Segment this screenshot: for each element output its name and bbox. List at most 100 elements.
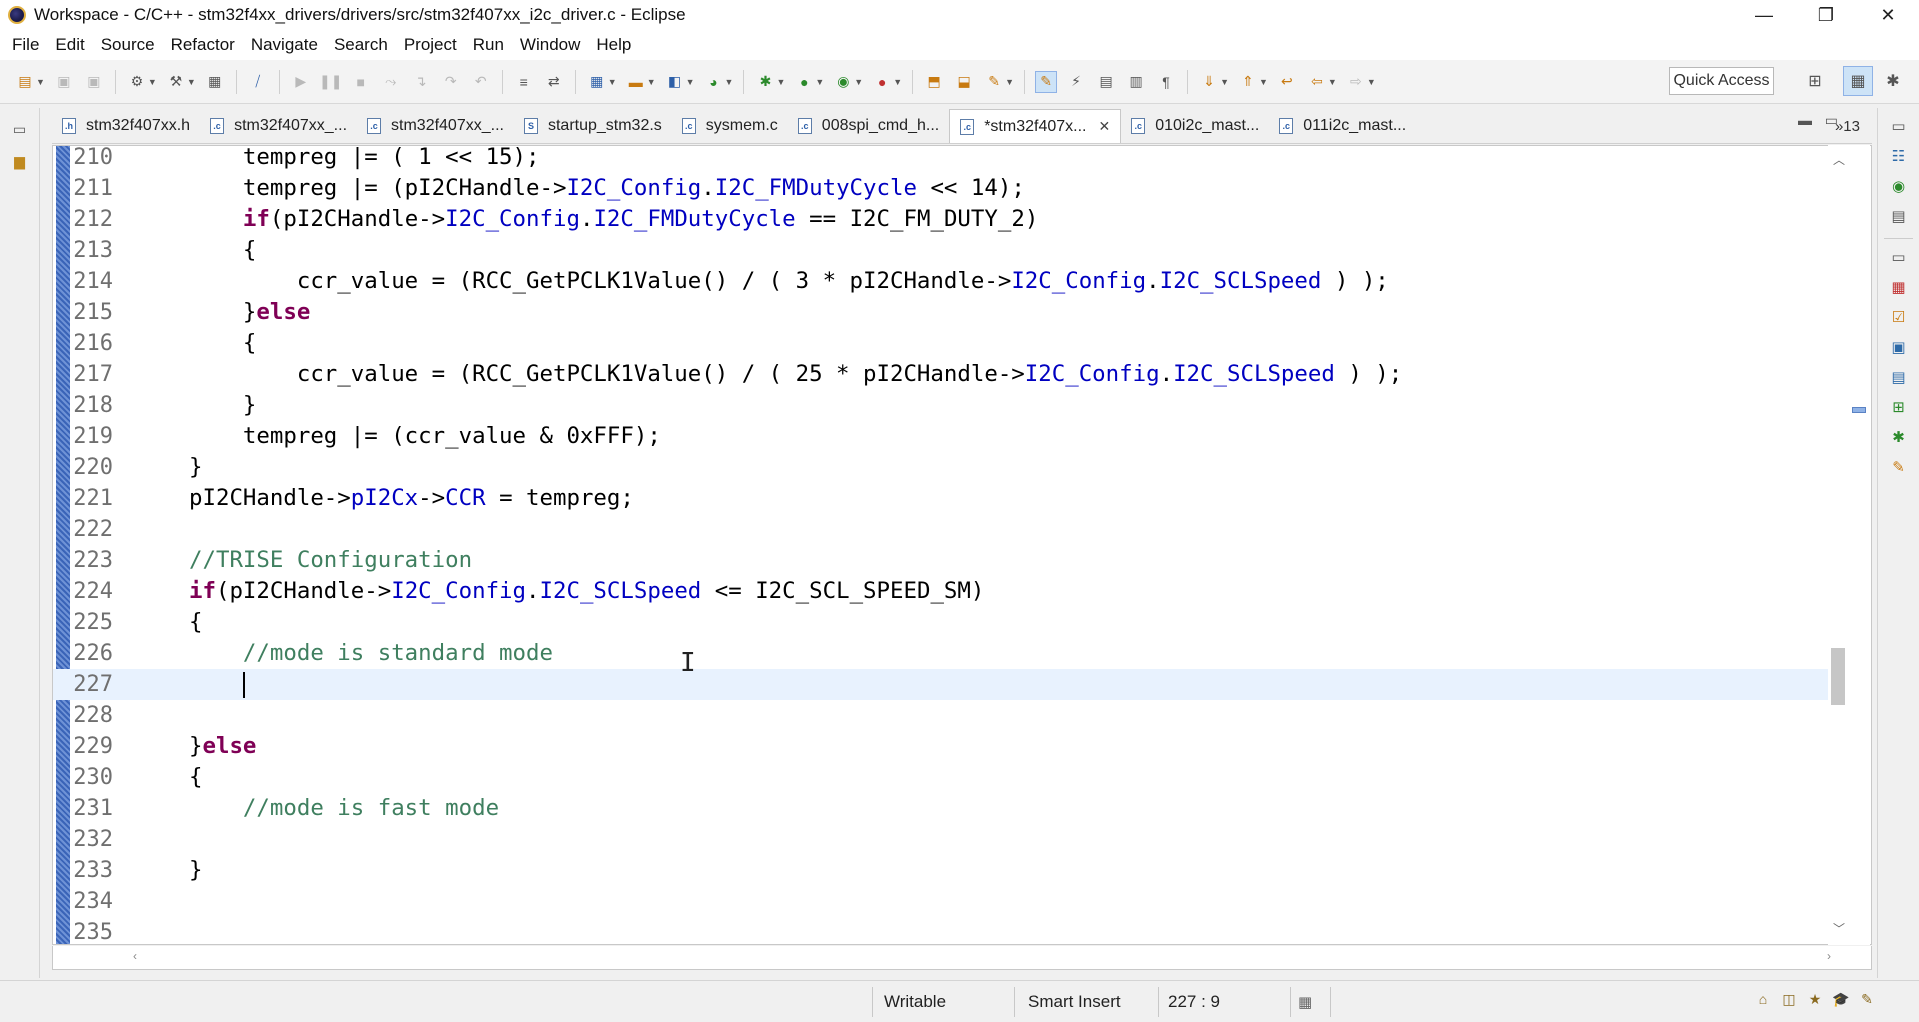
menu-refactor[interactable]: Refactor <box>163 35 243 55</box>
manage-configurations-icon[interactable]: ⚙ <box>126 71 148 93</box>
outline-icon[interactable]: ☷ <box>1887 144 1911 168</box>
new-dropdown-icon[interactable]: ▼ <box>36 77 45 87</box>
tab-stm32f407xx-c-1[interactable]: .c stm32f407xx_... <box>200 109 357 143</box>
restore-icon[interactable]: ▭ <box>1887 114 1911 138</box>
tab-010i2c-master[interactable]: .c 010i2c_mast... <box>1121 109 1269 143</box>
toggle-block-selection-icon[interactable]: ▤ <box>1095 71 1117 93</box>
build-hammer-icon[interactable]: ⚒ <box>165 71 187 93</box>
scroll-right-icon[interactable]: › <box>1827 949 1831 963</box>
back-dropdown-icon[interactable]: ▼ <box>1328 77 1337 87</box>
tab-overflow-button[interactable]: »13 <box>1835 109 1860 143</box>
debug-icon[interactable]: ✱ <box>754 71 776 93</box>
debug-dropdown-icon[interactable]: ▼ <box>776 77 785 87</box>
run-last-icon[interactable]: ◕ <box>703 71 725 93</box>
tab-stm32f407xx-c-2[interactable]: .c stm32f407xx_... <box>357 109 514 143</box>
pilcrow-icon[interactable]: ¶ <box>1155 71 1177 93</box>
samples-icon[interactable]: ✎ <box>1854 991 1880 1008</box>
tab-008spi-cmd[interactable]: .c 008spi_cmd_h... <box>788 109 949 143</box>
run-icon[interactable]: ● <box>793 71 815 93</box>
binary-icon[interactable]: ▦ <box>204 71 226 93</box>
menu-edit[interactable]: Edit <box>47 35 92 55</box>
console-icon[interactable]: ▣ <box>1887 335 1911 359</box>
welcome-icon[interactable]: ⌂ <box>1750 991 1776 1008</box>
suspend-icon[interactable]: ❚❚ <box>319 71 342 93</box>
last-edit-location-icon[interactable]: ↩ <box>1276 71 1298 93</box>
config-dropdown-icon[interactable]: ▼ <box>148 77 157 87</box>
new-class-icon[interactable]: ◧ <box>664 71 686 93</box>
new-folder-dropdown-icon[interactable]: ▼ <box>647 77 656 87</box>
tab-stm32f407xx-i2c-driver-active[interactable]: .c *stm32f407x... ✕ <box>949 109 1122 143</box>
search-view-icon[interactable]: ✱ <box>1887 425 1911 449</box>
run-dropdown-icon[interactable]: ▼ <box>815 77 824 87</box>
horizontal-scrollbar[interactable]: ‹ › <box>52 946 1872 970</box>
tab-sysmem-c[interactable]: .c sysmem.c <box>672 109 788 143</box>
coverage-dropdown-icon[interactable]: ▼ <box>854 77 863 87</box>
show-whitespace-icon[interactable]: ▥ <box>1125 71 1147 93</box>
overview-annotation-mark[interactable] <box>1852 407 1866 413</box>
tab-startup-stm32-s[interactable]: S startup_stm32.s <box>514 109 672 143</box>
save-all-icon[interactable]: ▣ <box>83 71 105 93</box>
tab-011i2c-master[interactable]: .c 011i2c_mast... <box>1269 109 1416 143</box>
forward-dropdown-icon[interactable]: ▼ <box>1367 77 1376 87</box>
menu-run[interactable]: Run <box>465 35 512 55</box>
open-folder-icon[interactable]: ⬓ <box>953 71 975 93</box>
build-status-icon[interactable]: ▦ <box>1298 981 1312 1022</box>
new-project-icon[interactable]: ▦ <box>586 71 608 93</box>
menu-window[interactable]: Window <box>512 35 588 55</box>
skip-breakpoints-icon[interactable]: ⧸ <box>247 71 269 93</box>
build-targets-icon[interactable]: ◉ <box>1887 174 1911 198</box>
step-return-icon[interactable]: ↶ <box>470 71 492 93</box>
restore-icon[interactable]: ▭ <box>1887 245 1911 269</box>
overview-icon[interactable]: ◫ <box>1776 991 1802 1008</box>
call-graph-icon[interactable]: ⊞ <box>1887 395 1911 419</box>
quick-access-field[interactable]: Quick Access <box>1669 67 1774 95</box>
properties-icon[interactable]: ▤ <box>1887 365 1911 389</box>
minimize-editor-icon[interactable]: ▬ <box>1798 112 1812 128</box>
tasks-icon[interactable]: ☑ <box>1887 305 1911 329</box>
menu-navigate[interactable]: Navigate <box>243 35 326 55</box>
previous-annotation-dropdown-icon[interactable]: ▼ <box>1259 77 1268 87</box>
build-dropdown-icon[interactable]: ▼ <box>187 77 196 87</box>
task-list-icon[interactable]: ▤ <box>1887 204 1911 228</box>
c-cpp-perspective-icon[interactable]: ▦ <box>1843 66 1873 96</box>
close-window-button[interactable]: ✕ <box>1857 0 1919 30</box>
toggle-mark-occurrences-icon[interactable]: ✎ <box>1035 70 1058 93</box>
save-icon[interactable]: ▣ <box>53 71 75 93</box>
restore-icon[interactable]: ▭ <box>8 118 32 140</box>
problems-icon[interactable]: ▦ <box>1887 275 1911 299</box>
menu-project[interactable]: Project <box>396 35 465 55</box>
debug-perspective-icon[interactable]: ✱ <box>1878 66 1908 96</box>
scroll-left-icon[interactable]: ‹ <box>133 949 137 963</box>
open-type-icon[interactable]: ⬒ <box>923 71 945 93</box>
menu-search[interactable]: Search <box>326 35 396 55</box>
overview-ruler[interactable] <box>1848 145 1870 945</box>
maximize-editor-icon[interactable]: ▭ <box>1825 112 1838 129</box>
menu-help[interactable]: Help <box>588 35 639 55</box>
vertical-scrollbar[interactable]: ︿ ﹀ <box>1828 145 1848 945</box>
next-annotation-icon[interactable]: ⇓ <box>1198 71 1220 93</box>
external-tools-icon[interactable]: ● <box>871 71 893 93</box>
terminate-icon[interactable]: ■ <box>350 71 372 93</box>
use-step-filters-icon[interactable]: ⇄ <box>543 71 565 93</box>
back-icon[interactable]: ⇦ <box>1306 71 1328 93</box>
restore-button[interactable]: ❐ <box>1795 0 1857 30</box>
next-annotation-dropdown-icon[interactable]: ▼ <box>1220 77 1229 87</box>
run-last-dropdown-icon[interactable]: ▼ <box>725 77 734 87</box>
tutorials-icon[interactable]: 🎓 <box>1828 991 1854 1008</box>
previous-annotation-icon[interactable]: ⇑ <box>1237 71 1259 93</box>
open-perspective-icon[interactable]: ⊞ <box>1800 66 1830 96</box>
resume-icon[interactable]: ▶ <box>290 71 312 93</box>
coverage-icon[interactable]: ◉ <box>832 71 854 93</box>
tab-stm32f407xx-h[interactable]: .h stm32f407xx.h <box>52 109 200 143</box>
forward-icon[interactable]: ⇨ <box>1345 71 1367 93</box>
scroll-up-icon[interactable]: ︿ <box>1833 151 1845 168</box>
progress-icon[interactable]: ✎ <box>1887 455 1911 479</box>
toggle-word-wrap-icon[interactable]: ⚡ <box>1065 71 1087 93</box>
code-editor[interactable]: 210 tempreg |= ( 1 << 15); 211 tempreg |… <box>52 145 1872 945</box>
disconnect-icon[interactable]: ⤳ <box>380 71 402 93</box>
minimize-button[interactable]: — <box>1733 0 1795 30</box>
project-explorer-icon[interactable]: ▆ <box>8 150 32 172</box>
scroll-down-icon[interactable]: ﹀ <box>1833 920 1845 937</box>
menu-source[interactable]: Source <box>93 35 163 55</box>
search-dropdown-icon[interactable]: ▼ <box>1005 77 1014 87</box>
